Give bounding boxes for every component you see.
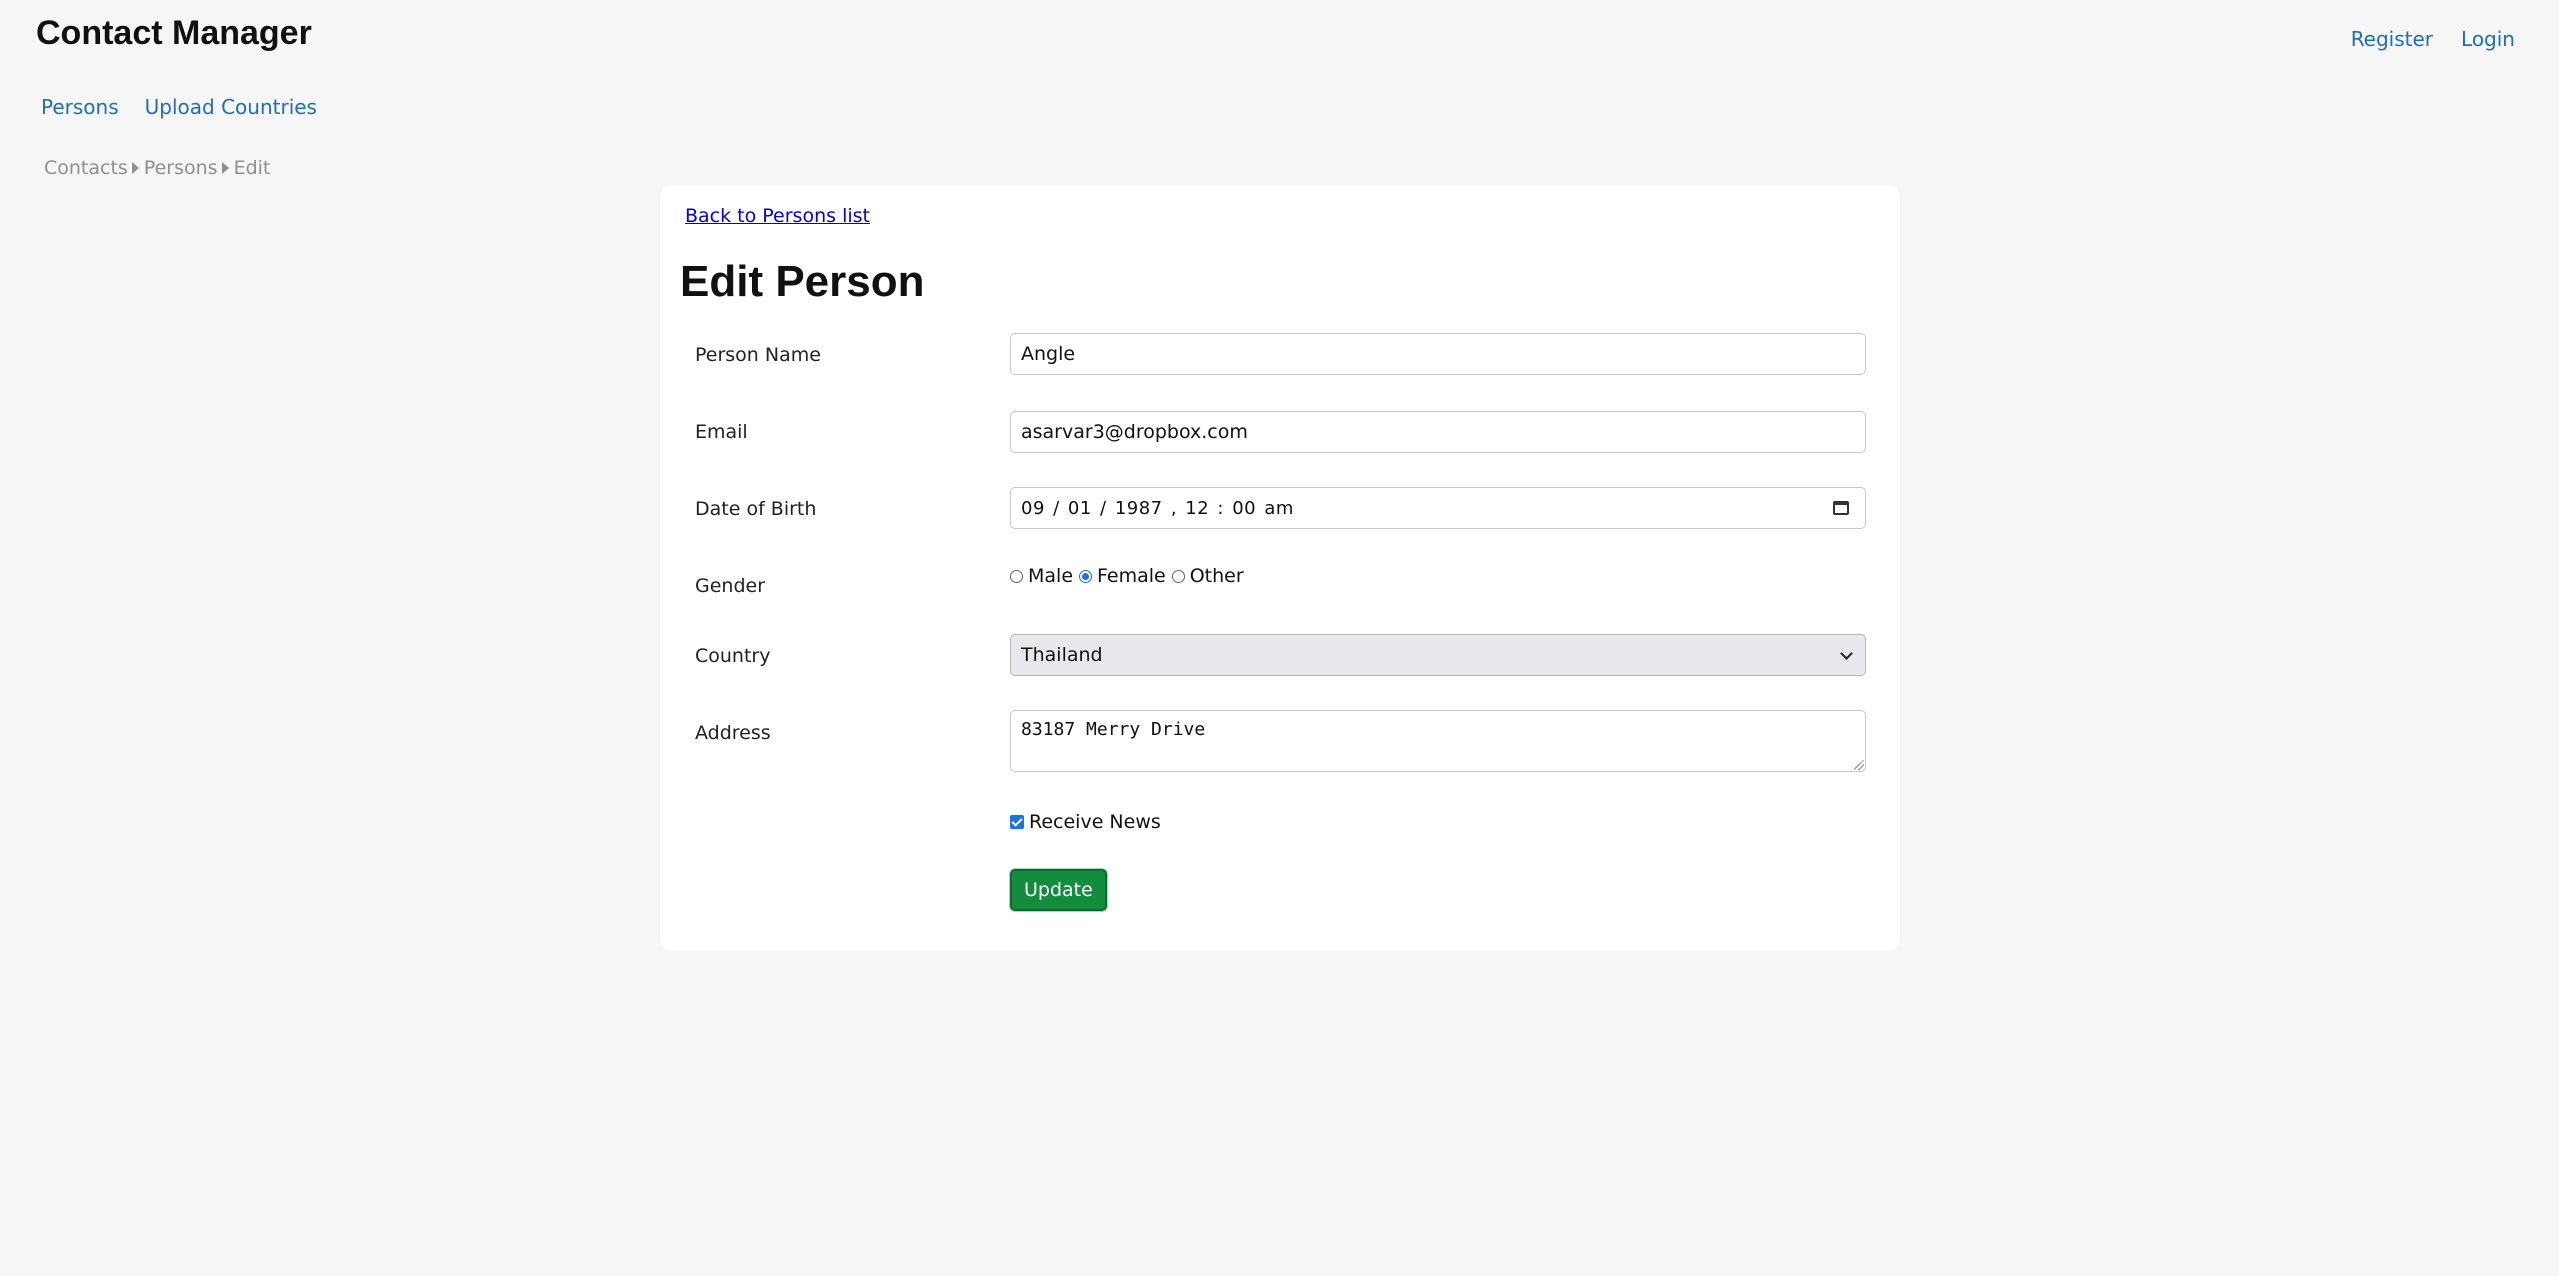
date-of-birth-input[interactable]: 09 / 01 / 1987 , 12 : 00 am: [1010, 487, 1866, 529]
country-select[interactable]: Thailand: [1010, 634, 1866, 676]
auth-links: Register Login: [2351, 27, 2515, 51]
resize-grip-icon[interactable]: [1854, 760, 1864, 770]
other-radio[interactable]: [1171, 569, 1185, 583]
email-label: Email: [695, 421, 748, 443]
receive-news-checkbox[interactable]: [1010, 815, 1024, 829]
main-nav: Persons Upload Countries: [41, 95, 317, 119]
person-name-label: Person Name: [695, 344, 821, 366]
update-button[interactable]: Update: [1010, 869, 1107, 911]
email-input[interactable]: [1010, 411, 1866, 453]
gender-option-male[interactable]: Male: [1010, 565, 1073, 587]
chevron-down-icon: [1840, 646, 1853, 660]
receive-news-row[interactable]: Receive News: [1010, 811, 1161, 833]
login-link[interactable]: Login: [2461, 27, 2515, 51]
back-to-persons-link[interactable]: Back to Persons list: [685, 205, 870, 227]
person-name-input[interactable]: [1010, 333, 1866, 375]
breadcrumb: Contacts Persons Edit: [44, 157, 270, 179]
address-wrapper: 83187 Merry Drive: [1010, 710, 1866, 772]
gender-option-female[interactable]: Female: [1079, 565, 1166, 587]
date-of-birth-label: Date of Birth: [695, 498, 817, 520]
nav-persons[interactable]: Persons: [41, 95, 119, 119]
page-title: Edit Person: [680, 257, 925, 306]
breadcrumb-persons[interactable]: Persons: [144, 157, 218, 179]
caret-right-icon: [131, 162, 139, 174]
male-radio[interactable]: [1010, 569, 1023, 583]
caret-right-icon: [221, 162, 229, 174]
gender-option-other[interactable]: Other: [1171, 565, 1244, 587]
gender-radio-group: Male Female Other: [1010, 565, 1250, 587]
address-textarea[interactable]: 83187 Merry Drive: [1010, 710, 1866, 772]
date-of-birth-value: 09 / 01 / 1987 , 12 : 00 am: [1021, 497, 1294, 519]
breadcrumb-edit: Edit: [233, 157, 271, 179]
female-radio[interactable]: [1079, 569, 1093, 583]
nav-upload-countries[interactable]: Upload Countries: [145, 95, 317, 119]
country-selected-value: Thailand: [1021, 644, 1103, 666]
gender-label: Gender: [695, 575, 766, 597]
receive-news-label: Receive News: [1029, 811, 1161, 833]
breadcrumb-contacts[interactable]: Contacts: [44, 157, 128, 179]
app-title: Contact Manager: [36, 14, 312, 52]
country-label: Country: [695, 645, 771, 667]
other-label: Other: [1189, 565, 1244, 587]
female-label: Female: [1097, 565, 1166, 587]
calendar-icon[interactable]: [1833, 501, 1849, 515]
register-link[interactable]: Register: [2351, 27, 2433, 51]
address-label: Address: [695, 722, 771, 744]
male-label: Male: [1028, 565, 1074, 587]
edit-person-card: Back to Persons list Edit Person Person …: [660, 185, 1900, 951]
